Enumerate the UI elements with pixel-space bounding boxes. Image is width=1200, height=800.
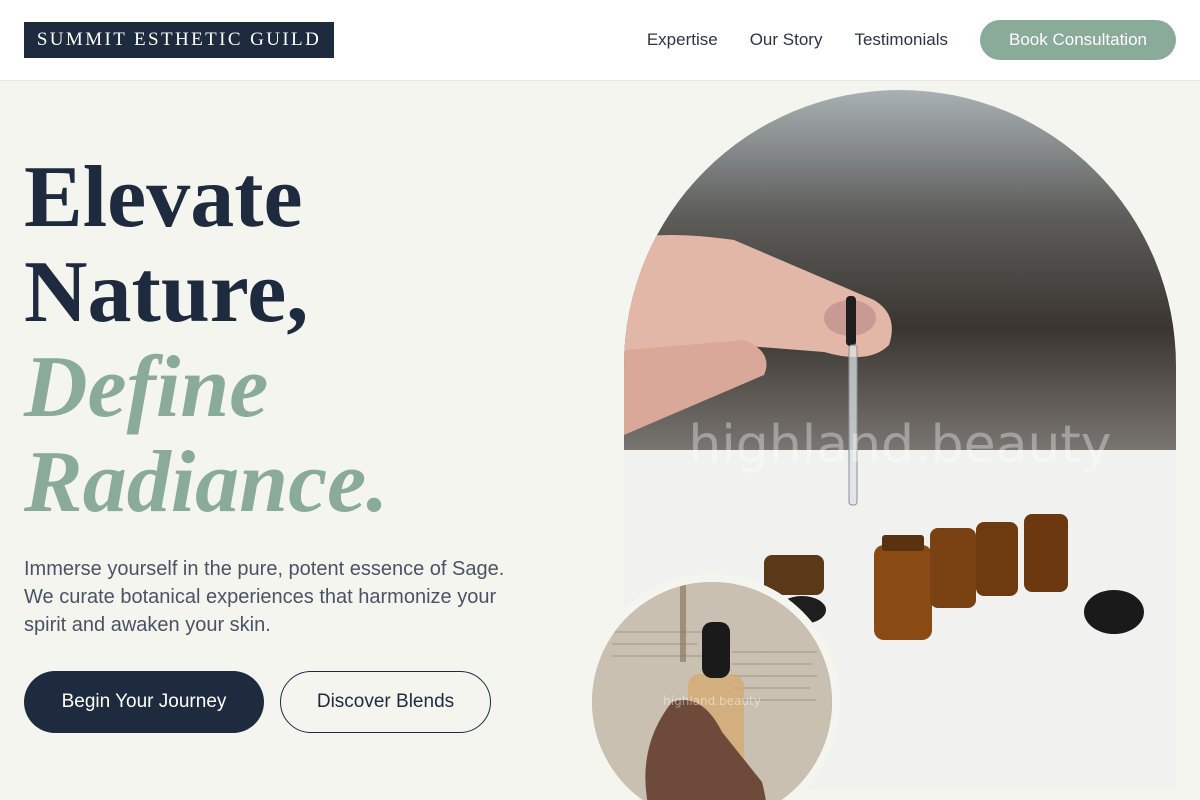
secondary-circle-image: highland.beauty	[584, 574, 840, 800]
discover-blends-button[interactable]: Discover Blends	[280, 671, 491, 733]
headline-accent-1: Define	[24, 339, 269, 436]
nav-link-our-story[interactable]: Our Story	[750, 30, 823, 50]
hero-description: Immerse yourself in the pure, potent ess…	[24, 558, 505, 636]
nav-link-expertise[interactable]: Expertise	[647, 30, 718, 50]
bottle-photo: highland.beauty	[592, 582, 832, 800]
headline-line-2: Nature,	[24, 244, 309, 341]
small-image-watermark: highland.beauty	[663, 694, 761, 708]
main-nav: Expertise Our Story Testimonials Book Co…	[647, 20, 1176, 60]
nav-link-testimonials[interactable]: Testimonials	[854, 30, 948, 50]
headline-accent-2: Radiance.	[24, 434, 389, 531]
headline-line-1: Elevate	[24, 149, 303, 246]
main-image-watermark: highland.beauty	[688, 415, 1112, 475]
brand-logo[interactable]: SUMMIT ESTHETIC GUILD	[24, 22, 334, 58]
begin-journey-button[interactable]: Begin Your Journey	[24, 671, 264, 733]
book-consultation-button[interactable]: Book Consultation	[980, 20, 1176, 60]
bottle-photo-illustration	[592, 582, 832, 800]
site-header: SUMMIT ESTHETIC GUILD Expertise Our Stor…	[0, 0, 1200, 81]
hero-headline: Elevate Nature, Define Radiance.	[24, 150, 584, 530]
